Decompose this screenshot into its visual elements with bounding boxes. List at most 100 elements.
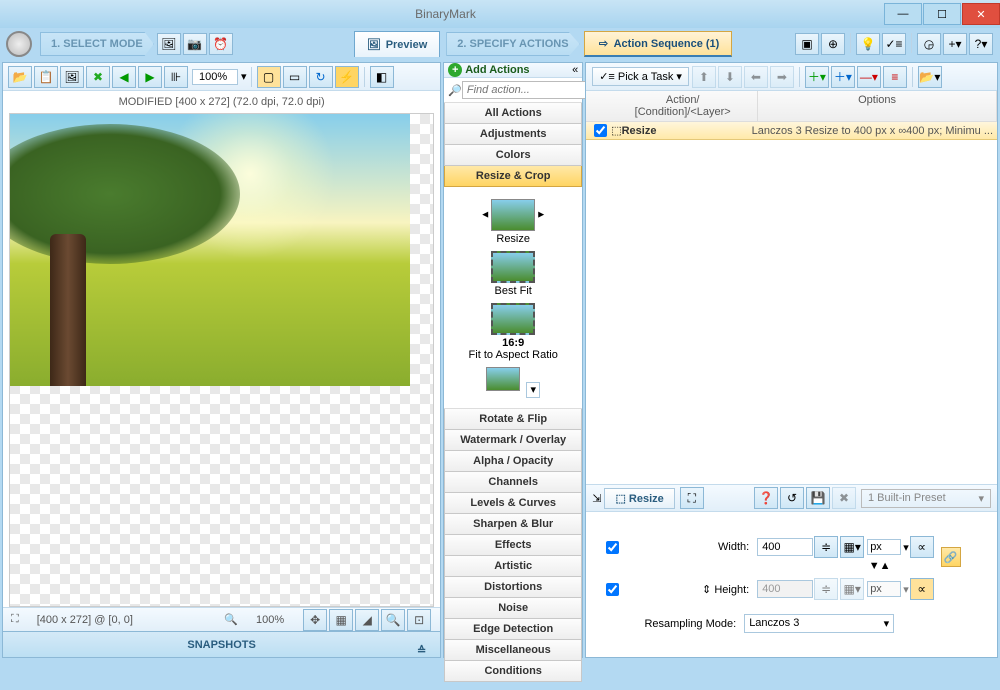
width-infinity-icon[interactable]: ∝ xyxy=(910,536,934,558)
pick-task-button[interactable]: ✓≡ Pick a Task ▾ xyxy=(592,67,689,86)
width-calc-icon[interactable]: ▦▾ xyxy=(840,536,864,558)
terminal-icon[interactable]: ▣ xyxy=(795,33,819,55)
cat-levels[interactable]: Levels & Curves xyxy=(444,493,582,514)
cat-edge[interactable]: Edge Detection xyxy=(444,619,582,640)
preset-combo[interactable]: 1 Built-in Preset ▾ xyxy=(861,489,991,508)
maximize-button[interactable]: ☐ xyxy=(923,3,961,25)
next-icon[interactable]: ▶ xyxy=(138,66,162,88)
width-label: Width: xyxy=(619,541,749,553)
cat-channels[interactable]: Channels xyxy=(444,472,582,493)
actual-icon[interactable]: ▭ xyxy=(283,66,307,88)
move-right-icon[interactable]: ➡ xyxy=(770,66,794,88)
refresh-icon[interactable]: ↻ xyxy=(309,66,333,88)
cat-artistic[interactable]: Artistic xyxy=(444,556,582,577)
props-help-icon[interactable]: ❓ xyxy=(754,487,778,509)
grid-icon[interactable]: ▦ xyxy=(329,609,353,631)
action-sequence-tab[interactable]: ⇨ Action Sequence (1) xyxy=(584,31,733,57)
cat-noise[interactable]: Noise xyxy=(444,598,582,619)
clock-icon-button[interactable]: ⏰ xyxy=(209,33,233,55)
action-fit-aspect[interactable]: 16:9 Fit to Aspect Ratio xyxy=(446,303,580,361)
image-icon-button[interactable]: 🖼 xyxy=(60,66,84,88)
props-expand-icon[interactable]: ⛶ xyxy=(680,487,704,509)
flash-icon[interactable]: ⚡ xyxy=(335,66,359,88)
row-checkbox[interactable] xyxy=(594,124,607,137)
action-best-fit[interactable]: Best Fit xyxy=(446,251,580,297)
move-up-icon[interactable]: ⬆ xyxy=(692,66,716,88)
lock-icon[interactable]: ⊡ xyxy=(407,609,431,631)
width-checkbox[interactable] xyxy=(606,541,619,554)
cat-effects[interactable]: Effects xyxy=(444,535,582,556)
action-resize[interactable]: Resize xyxy=(446,199,580,245)
step-specify-actions[interactable]: 2. SPECIFY ACTIONS xyxy=(446,32,579,56)
cat-alpha[interactable]: Alpha / Opacity xyxy=(444,451,582,472)
bulb-icon[interactable]: 💡 xyxy=(856,33,880,55)
more-dropdown-icon[interactable]: ▾ xyxy=(526,382,540,398)
minimize-button[interactable]: — xyxy=(884,3,922,25)
chevron-up-icon: ≙ xyxy=(417,638,426,664)
paste-icon[interactable]: 📋 xyxy=(34,66,58,88)
camera-icon-button[interactable]: 📷 xyxy=(183,33,207,55)
pan-icon[interactable]: ✥ xyxy=(303,609,327,631)
search-icon[interactable]: 🔍 xyxy=(381,609,405,631)
shuffle-icon[interactable]: ✖ xyxy=(86,66,110,88)
mode-icon-button[interactable]: 🖼 xyxy=(157,33,181,55)
zoom-dropdown-icon[interactable]: ▾ xyxy=(241,70,247,83)
plus-icon[interactable]: +▾ xyxy=(943,33,967,55)
height-calc-icon[interactable]: ▦▾ xyxy=(840,578,864,600)
snapshots-bar[interactable]: SNAPSHOTS ≙ xyxy=(3,631,440,657)
move-left-icon[interactable]: ⬅ xyxy=(744,66,768,88)
add-green-icon[interactable]: ＋▾ xyxy=(805,66,829,88)
cat-distortions[interactable]: Distortions xyxy=(444,577,582,598)
height-infinity-icon[interactable]: ∝ xyxy=(910,578,934,600)
cat-rotate-flip[interactable]: Rotate & Flip xyxy=(444,409,582,430)
cat-resize-crop[interactable]: Resize & Crop xyxy=(444,166,582,187)
cat-conditions[interactable]: Conditions xyxy=(444,661,582,682)
cat-adjustments[interactable]: Adjustments xyxy=(444,124,582,145)
action-more[interactable]: ▾ xyxy=(446,367,580,396)
close-button[interactable]: ✕ xyxy=(962,3,1000,25)
remove-icon[interactable]: —▾ xyxy=(857,66,881,88)
height-checkbox[interactable] xyxy=(606,583,619,596)
right-toolbar-group: ▣ ⊕ 💡 ✓≡ ◶ +▾ ?▾ xyxy=(794,33,994,55)
cat-misc[interactable]: Miscellaneous xyxy=(444,640,582,661)
props-tab-resize[interactable]: ⬚ Resize xyxy=(604,488,674,509)
resample-combo[interactable]: Lanczos 3▾ xyxy=(744,614,894,633)
settings-gear-icon[interactable] xyxy=(6,31,32,57)
cat-watermark[interactable]: Watermark / Overlay xyxy=(444,430,582,451)
cat-colors[interactable]: Colors xyxy=(444,145,582,166)
collapse-icon[interactable]: « xyxy=(572,64,578,76)
list-red-icon[interactable]: ≡ xyxy=(883,66,907,88)
fit-icon[interactable]: ▢ xyxy=(257,66,281,88)
canvas[interactable] xyxy=(9,113,434,607)
histogram-icon[interactable]: ⊪ xyxy=(164,66,188,88)
add-actions-button[interactable]: +Add Actions xyxy=(448,63,529,77)
compare-icon[interactable]: ◧ xyxy=(370,66,394,88)
move-down-icon[interactable]: ⬇ xyxy=(718,66,742,88)
image-icon: 🖼 xyxy=(367,38,381,52)
prev-icon[interactable]: ◀ xyxy=(112,66,136,88)
width-unit[interactable] xyxy=(867,539,901,555)
preview-tab[interactable]: 🖼Preview xyxy=(354,31,441,57)
props-save-icon[interactable]: 💾 xyxy=(806,487,830,509)
titlebar: BinaryMark — ☐ ✕ xyxy=(0,0,1000,28)
cat-sharpen[interactable]: Sharpen & Blur xyxy=(444,514,582,535)
link-dimensions-icon[interactable]: 🔗 xyxy=(941,547,961,567)
checklist-icon[interactable]: ✓≡ xyxy=(882,33,906,55)
add-blue-icon[interactable]: ＋▾ xyxy=(831,66,855,88)
folder-icon[interactable]: 📂▾ xyxy=(918,66,942,88)
width-spinner-icon[interactable]: ≑ xyxy=(814,536,838,558)
open-icon[interactable]: 📂 xyxy=(8,66,32,88)
cat-all-actions[interactable]: All Actions xyxy=(444,103,582,124)
feed-icon[interactable]: ◶ xyxy=(917,33,941,55)
help-icon[interactable]: ?▾ xyxy=(969,33,993,55)
sequence-row-resize[interactable]: ⬚ Resize Lanczos 3 Resize to 400 px x ∞4… xyxy=(586,122,997,140)
ruler-icon[interactable]: ◢ xyxy=(355,609,379,631)
step-select-mode[interactable]: 1. SELECT MODE xyxy=(40,32,154,56)
props-undo-icon[interactable]: ↺ xyxy=(780,487,804,509)
props-collapse-icon[interactable]: ⇲ xyxy=(592,492,601,505)
props-delete-icon[interactable]: ✖ xyxy=(832,487,856,509)
width-input[interactable] xyxy=(757,538,813,556)
globe-icon[interactable]: ⊕ xyxy=(821,33,845,55)
height-spinner-icon[interactable]: ≑ xyxy=(814,578,838,600)
zoom-combo[interactable]: 100% xyxy=(192,69,238,85)
